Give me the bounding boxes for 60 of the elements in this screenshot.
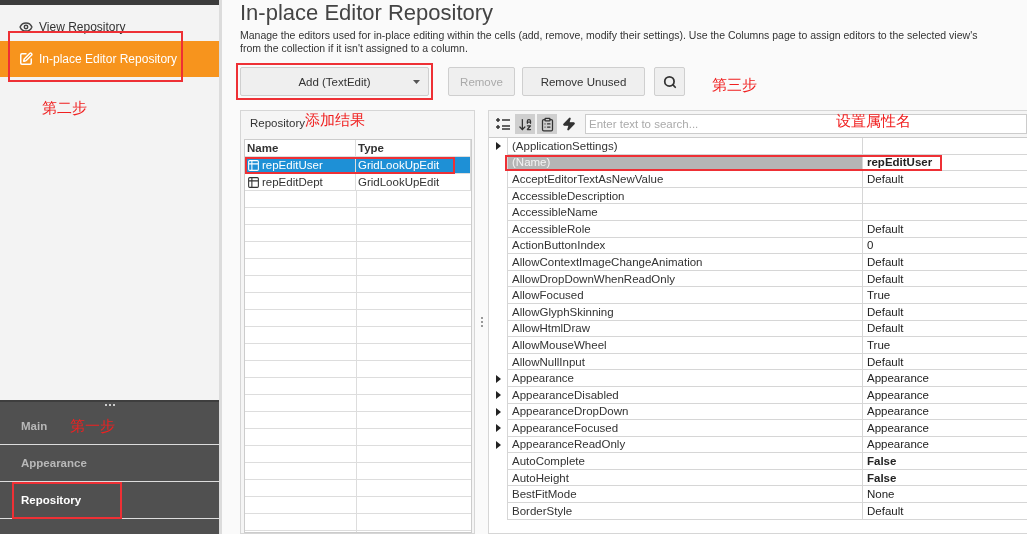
annotation: 第一步 [70,417,115,436]
property-name[interactable]: Appearance [507,370,862,387]
property-name[interactable]: AppearanceFocused [507,420,862,437]
annotation: 第二步 [42,99,87,118]
property-value[interactable]: Appearance [862,436,1027,454]
expand-arrow-icon[interactable] [495,142,501,151]
toolbar-button[interactable]: Remove Unused [522,67,645,96]
edit-icon [19,52,33,66]
property-value[interactable]: 0 [862,237,1027,255]
splitter-grip[interactable] [480,316,483,328]
property-value[interactable]: True [862,287,1027,304]
sort-alphabetical-icon[interactable] [515,114,535,134]
property-value[interactable]: Appearance [862,386,1027,404]
property-name[interactable]: AllowFocused [507,287,862,304]
page-title: In-place Editor Repository [240,0,495,26]
property-value[interactable]: Default [862,270,1027,288]
nav-item[interactable]: Repository [0,482,219,519]
property-value[interactable]: Default [862,220,1027,238]
grid-row[interactable]: repEditDept GridLookUpEdit [245,174,471,191]
property-name[interactable]: AccessibleName [507,204,862,221]
property-value[interactable]: False [862,453,1027,470]
property-name[interactable]: AutoComplete [507,453,862,470]
property-value[interactable]: Default [862,171,1027,188]
nav-item[interactable]: Appearance [0,445,219,482]
caret-icon [413,80,420,84]
annotation: 设置属性名 [836,112,911,131]
property-value[interactable]: Default [862,254,1027,271]
search-button[interactable] [654,67,685,96]
property-value[interactable]: True [862,337,1027,354]
property-pages-icon[interactable] [537,114,557,134]
column-header[interactable]: Name [245,140,356,156]
property-value[interactable]: Appearance [862,403,1027,421]
property-value[interactable]: Appearance [862,420,1027,437]
property-value[interactable]: None [862,486,1027,504]
splitter-grip[interactable] [0,400,219,408]
property-name[interactable]: AcceptEditorTextAsNewValue [507,171,862,188]
property-value[interactable]: False [862,469,1027,487]
annotation: 添加结果 [305,111,365,130]
property-name[interactable]: AllowContextImageChangeAnimation [507,254,862,271]
property-value[interactable]: Appearance [862,370,1027,387]
property-name[interactable]: BorderStyle [507,503,862,520]
property-value[interactable]: Default [862,353,1027,371]
property-name[interactable]: AllowMouseWheel [507,337,862,354]
grid-editor-icon [247,175,260,189]
column-header[interactable]: Type [356,140,471,156]
eye-icon [19,20,33,34]
property-value[interactable]: repEditUser [862,154,1027,172]
annotation: 第三步 [712,76,757,95]
search-icon [662,74,677,89]
sidebar-item[interactable]: View Repository [0,13,219,41]
property-value[interactable]: Default [862,503,1027,520]
add-dropdown-button[interactable]: Add (TextEdit) [240,67,429,96]
panel-title: Repository [250,117,305,129]
property-name[interactable]: BestFitMode [507,486,862,504]
property-value[interactable]: Default [862,303,1027,321]
property-value[interactable]: Default [862,320,1027,338]
grid-editor-icon [247,158,260,172]
property-name[interactable]: (ApplicationSettings) [507,138,862,155]
description: Manage the editors used for in-place editing within the cells (add, remove, modify their settings). Use the Columns page to assign editors to the selected view's [240,29,979,42]
description: from the collection if it isn't assigned to a column. [240,42,469,55]
